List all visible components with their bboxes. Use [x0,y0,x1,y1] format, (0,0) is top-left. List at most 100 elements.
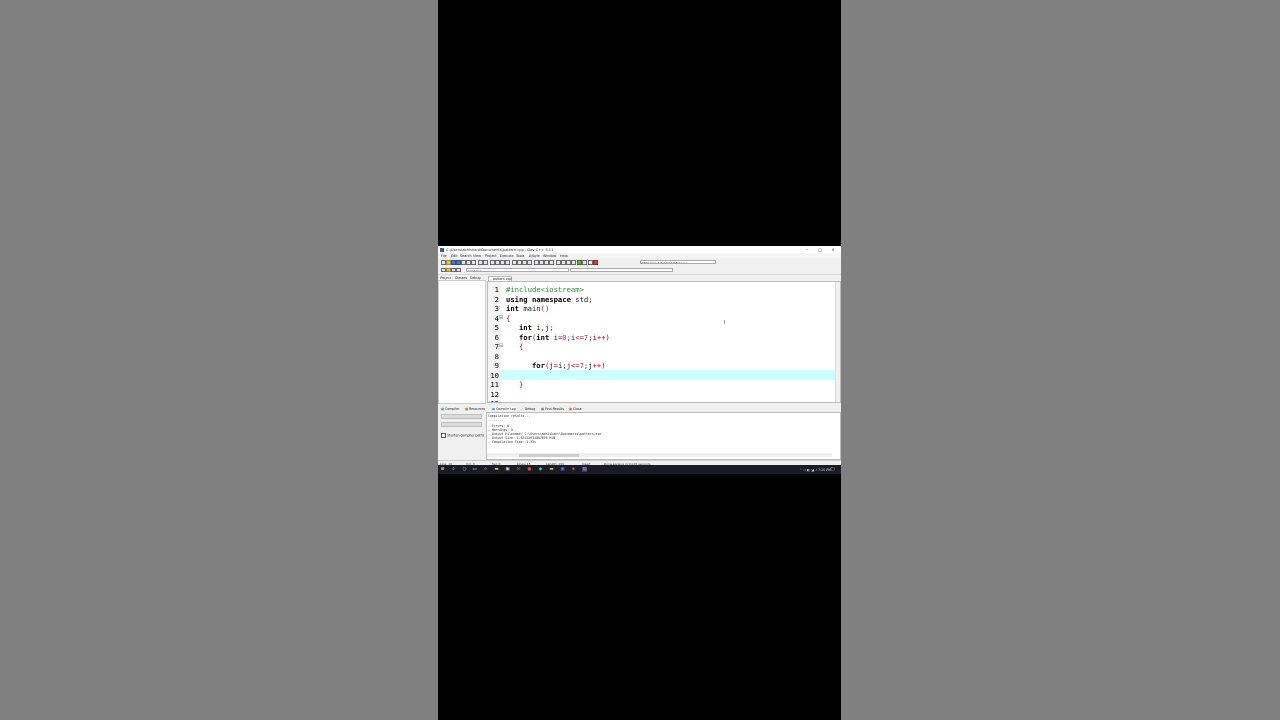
code-token: int [536,332,554,342]
rebuild-all-icon[interactable] [571,260,576,265]
media-icon[interactable]: ● [527,467,532,472]
redo-icon[interactable] [483,260,488,265]
fold-toggle-icon[interactable]: ⊟ [499,315,503,321]
editor-vertical-scrollbar[interactable] [834,282,840,402]
log-line: -------- [488,418,504,422]
code-line[interactable]: for(j=i;j<=7;j++) [506,361,606,370]
menu-tools[interactable]: Tools [516,254,524,258]
mail-icon[interactable]: ✉ [516,467,521,472]
start-icon[interactable]: ⊞ [440,467,445,472]
folder-icon[interactable]: ▬ [549,467,554,472]
title-bar: C:\Users\abhishant\Documents\pattern.cpp… [438,246,841,253]
goto-declaration-icon[interactable] [441,267,446,273]
toggle-bookmark-icon[interactable] [522,260,527,265]
tab-resources[interactable]: ▦ Resources [465,407,485,411]
abort-compilation-button[interactable] [441,414,482,419]
syntax-check-icon[interactable] [577,260,582,265]
fold-toggle-icon[interactable]: ⊟ [499,344,503,349]
code-line[interactable]: { [506,314,510,323]
goto-line-icon[interactable] [505,260,510,265]
unindent-icon[interactable] [517,260,522,265]
find-next-icon[interactable] [500,260,505,265]
undo-icon[interactable] [478,260,483,265]
save-all-icon[interactable] [456,260,461,265]
run-icon[interactable] [561,260,566,265]
search-icon[interactable]: ⌕ [451,467,456,472]
checkbox-box[interactable] [441,433,446,438]
store-icon[interactable]: ▣ [505,467,510,472]
app-icon-c[interactable]: ◈ [571,467,576,472]
code-token: for [531,361,545,370]
tab-close[interactable]: ▦ Close [569,407,582,411]
line-number: 2 [494,294,499,304]
members-select[interactable] [570,267,673,273]
notifications-icon[interactable]: ▢ [830,467,835,472]
tab-classes[interactable]: Classes [454,276,468,280]
toggle-comment-icon[interactable] [451,267,456,273]
find-icon[interactable] [490,260,495,265]
stop-execution-icon[interactable] [593,260,598,265]
code-line[interactable]: int main() [506,304,549,313]
log-horizontal-scrollbar[interactable] [487,453,832,457]
compile-icon[interactable] [556,260,561,265]
tab-find-results[interactable]: ▦ Find Results [541,407,564,411]
menu-file[interactable]: File [441,254,447,258]
add-to-project-icon[interactable] [539,260,544,265]
code-line[interactable]: #include<iostream> [506,285,584,294]
insert-icon[interactable] [446,267,451,273]
print-icon[interactable] [471,260,476,265]
tab-compile-log[interactable]: ▦ Compile Log [492,407,516,411]
file-explorer-icon[interactable]: ▬ [494,467,499,472]
project-options-icon[interactable] [549,260,554,265]
menu-window[interactable]: Window [543,254,556,258]
maximize-button[interactable]: □ [815,247,825,252]
save-icon[interactable] [451,260,456,265]
remove-from-project-icon[interactable] [544,260,549,265]
code-line[interactable]: { [506,342,523,351]
indent-icon[interactable] [512,260,517,265]
cortana-icon[interactable]: ○ [462,467,467,472]
close-button[interactable]: × [828,247,838,252]
menu-execute[interactable]: Execute [500,254,514,258]
window-title: C:\Users\abhishant\Documents\pattern.cpp… [446,247,554,252]
app-icon-b[interactable]: ▣ [560,467,565,472]
profile-icon[interactable] [588,260,593,265]
debug-icon[interactable] [582,260,587,265]
devcpp-taskbar-icon[interactable]: ▤ [582,467,587,472]
close-all-icon[interactable] [466,260,471,265]
compile-run-icon[interactable] [566,260,571,265]
menu-astyle[interactable]: AStyle [529,254,540,258]
globals-select[interactable]: (globals) [466,267,569,273]
scroll-thumb[interactable] [519,453,579,457]
tab-debug[interactable]: Debug [469,276,481,280]
menu-project[interactable]: Project [485,254,497,258]
new-project-icon[interactable] [534,260,539,265]
code-line[interactable]: } [506,380,523,389]
shorten-paths-checkbox[interactable]: Shorten compiler paths [441,433,484,438]
code-editor[interactable]: 12345678910111213 #include<iostream>usin… [487,281,841,403]
task-view-icon[interactable]: ▭ [472,467,477,472]
menu-view[interactable]: View [473,254,481,258]
code-line[interactable]: int i,j; [506,323,554,332]
code-line[interactable]: using namespace std; [506,295,593,304]
tab-debug-bottom[interactable]: ✓ Debug [521,407,535,411]
compiler-tab-icon: ▦ [441,407,445,411]
menu-edit[interactable]: Edit [451,254,458,258]
project-panel[interactable] [438,280,486,404]
minimize-button[interactable]: – [802,247,812,252]
new-file-icon[interactable] [441,260,446,265]
edge-icon[interactable]: e [483,467,488,472]
menu-help[interactable]: Help [560,254,568,258]
goto-bookmark-icon[interactable] [527,260,532,265]
open-folder-icon[interactable] [446,260,451,265]
tab-project[interactable]: Project [439,275,452,280]
menu-search[interactable]: Search [460,254,472,258]
compiler-select[interactable]: TDM-GCC 4.9.2 64-bit Release [640,259,716,265]
new-class-icon[interactable] [456,267,461,273]
replace-icon[interactable] [495,260,500,265]
tab-compiler[interactable]: ▦ Compiler [441,407,459,411]
app-icon-a[interactable]: ◆ [538,467,543,472]
close-file-icon[interactable] [461,260,466,265]
code-line[interactable]: for(int i=0;i<=7;i++) [506,333,610,342]
line-number: 5 [494,323,499,332]
